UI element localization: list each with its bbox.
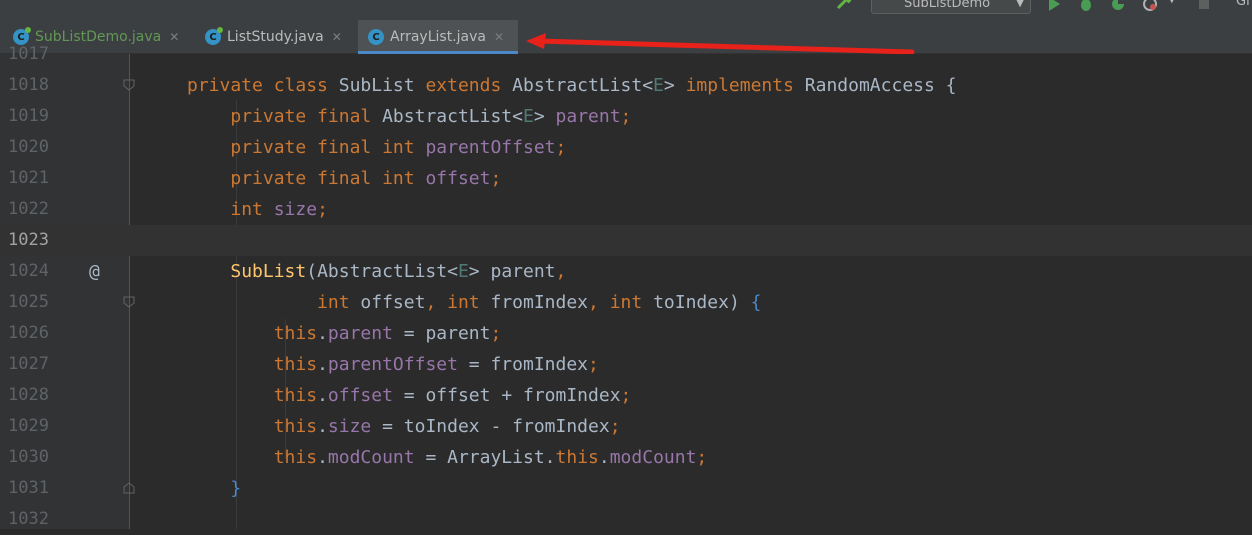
- code-text: int offset, int fromIndex, int toIndex) …: [317, 292, 762, 313]
- code-text: int size;: [230, 199, 328, 220]
- build-hammer-icon[interactable]: [836, 0, 854, 10]
- code-text: private final AbstractList<E> parent;: [230, 106, 632, 127]
- code-text: this.size = toIndex - fromIndex;: [273, 416, 621, 437]
- chevron-down-icon[interactable]: ▼: [1168, 0, 1176, 5]
- line-number: 1029: [8, 416, 49, 436]
- code-line: 1028 this.offset = offset + fromIndex;: [0, 380, 1252, 411]
- code-text: private final int parentOffset;: [230, 137, 567, 158]
- code-line: 1027 this.parentOffset = fromIndex;: [0, 349, 1252, 380]
- code-text: }: [230, 478, 242, 499]
- code-editor[interactable]: 1017 1018 private class SubList extends …: [0, 44, 1252, 529]
- code-line: 1019 private final AbstractList<E> paren…: [0, 101, 1252, 132]
- code-text: this.parent = parent;: [273, 323, 502, 344]
- line-number: 1028: [8, 385, 49, 405]
- code-line: 1031 }: [0, 473, 1252, 504]
- line-number: 1018: [8, 75, 49, 95]
- code-line: 1029 this.size = toIndex - fromIndex;: [0, 411, 1252, 442]
- code-line: 1017: [0, 39, 1252, 70]
- code-line: 1022 int size;: [0, 194, 1252, 225]
- code-line: 1032: [0, 504, 1252, 535]
- line-number: 1019: [8, 106, 49, 126]
- code-line: 1025 int offset, int fromIndex, int toIn…: [0, 287, 1252, 318]
- code-text: this.parentOffset = fromIndex;: [273, 354, 599, 375]
- line-number: 1021: [8, 168, 49, 188]
- code-line: 1021 private final int offset;: [0, 163, 1252, 194]
- code-text: this.offset = offset + fromIndex;: [273, 385, 632, 406]
- code-line: 1030 this.modCount = ArrayList.this.modC…: [0, 442, 1252, 473]
- code-text: private class SubList extends AbstractLi…: [187, 75, 957, 96]
- current-code-line: 1023: [0, 225, 1252, 256]
- code-text: this.modCount = ArrayList.this.modCount;: [273, 447, 708, 468]
- coverage-icon[interactable]: [1110, 0, 1126, 12]
- line-number: 1026: [8, 323, 49, 343]
- line-number: 1031: [8, 478, 49, 498]
- line-number: 1032: [8, 509, 49, 529]
- run-configuration-label: SubListDemo: [904, 0, 991, 11]
- code-line: 1020 private final int parentOffset;: [0, 132, 1252, 163]
- stop-icon[interactable]: [1196, 0, 1212, 12]
- run-icon[interactable]: [1046, 0, 1062, 12]
- line-number: 1022: [8, 199, 49, 219]
- fold-marker-icon[interactable]: [122, 481, 136, 495]
- code-text: private final int offset;: [230, 168, 502, 189]
- code-line: 1018 private class SubList extends Abstr…: [0, 70, 1252, 101]
- runnable-dot-icon: [217, 27, 223, 33]
- runnable-dot-icon: [25, 27, 31, 33]
- line-number: 1024: [8, 261, 49, 281]
- main-toolbar: SubListDemo ▼ ▼ Gi: [0, 0, 1252, 20]
- profile-icon[interactable]: [1142, 0, 1158, 12]
- code-text: SubList(AbstractList<E> parent,: [230, 261, 567, 282]
- line-number: 1027: [8, 354, 49, 374]
- line-number: 1030: [8, 447, 49, 467]
- run-configuration-dropdown[interactable]: SubListDemo ▼: [871, 0, 1031, 14]
- chevron-down-icon: ▼: [1016, 0, 1024, 9]
- line-number: 1020: [8, 137, 49, 157]
- fold-marker-icon[interactable]: [122, 295, 136, 309]
- line-number: 1025: [8, 292, 49, 312]
- code-line: 1026 this.parent = parent;: [0, 318, 1252, 349]
- override-marker-icon[interactable]: @: [89, 256, 100, 287]
- line-number: 1017: [8, 44, 49, 64]
- line-number: 1023: [8, 230, 49, 250]
- debug-icon[interactable]: [1078, 0, 1094, 12]
- code-line: 1024 @ SubList(AbstractList<E> parent,: [0, 256, 1252, 287]
- fold-marker-icon[interactable]: [122, 78, 136, 92]
- git-label[interactable]: Gi: [1236, 0, 1250, 9]
